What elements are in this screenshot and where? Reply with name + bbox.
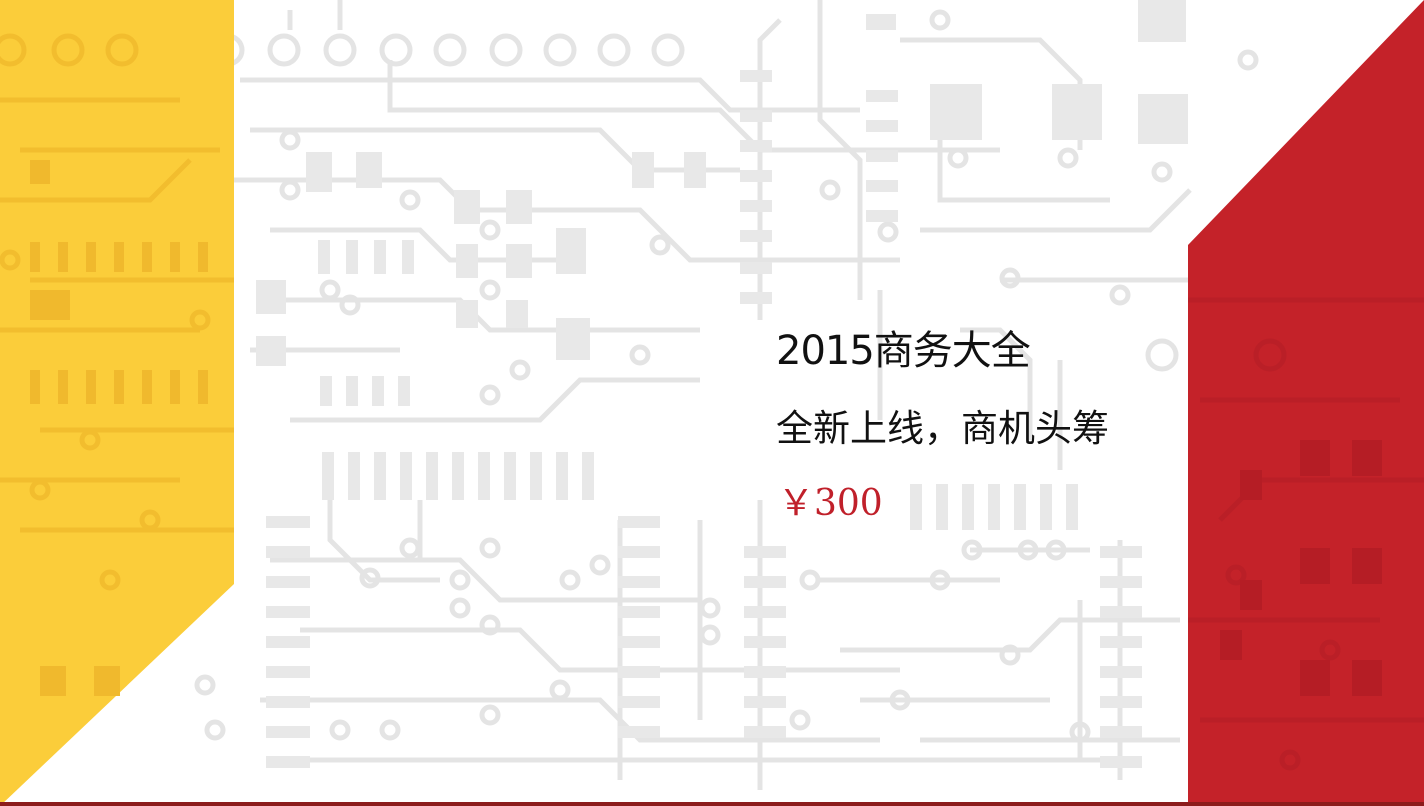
- slide-title: 2015商务大全: [776, 328, 1031, 374]
- slide-canvas: 2015商务大全 全新上线，商机头筹 ￥300: [0, 0, 1424, 806]
- bottom-border: [0, 802, 1424, 806]
- red-accent-band: [1188, 0, 1424, 806]
- slide-subtitle: 全新上线，商机头筹: [776, 407, 1109, 450]
- price-label: ￥300: [778, 483, 883, 524]
